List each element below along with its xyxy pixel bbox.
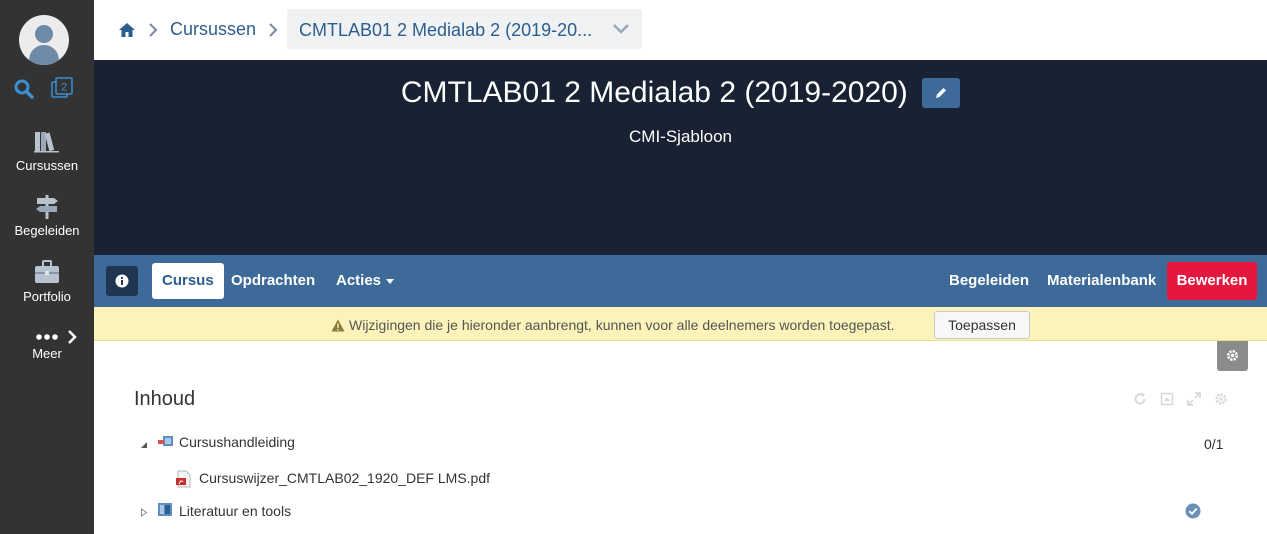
briefcase-icon (35, 260, 59, 283)
tab-acties-label: Acties (336, 272, 382, 289)
chevron-right-icon (68, 330, 77, 344)
sidebar-item-label: Begeleiden (14, 223, 80, 238)
content-title: Inhoud (134, 388, 196, 410)
tree-item-label: Cursushandleiding (179, 434, 295, 450)
more-dots-icon (36, 334, 58, 340)
breadcrumb-current-course-dropdown[interactable]: CMTLAB01 2 Medialab 2 (2019-20... (287, 9, 642, 49)
warning-message: Wijzigingen die je hieronder aanbrengt, … (331, 317, 895, 333)
tree-item-cursushandleiding[interactable]: Cursushandleiding 0/1 (140, 434, 1240, 454)
sidebar-item-label: Meer (32, 346, 62, 361)
notifications-icon[interactable]: 2 (51, 77, 73, 99)
panel-toolbar (1133, 392, 1233, 408)
info-icon (115, 274, 129, 288)
link-begeleiden[interactable]: Begeleiden (939, 263, 1039, 299)
gear-icon[interactable] (1214, 392, 1228, 406)
warning-text: Wijzigingen die je hieronder aanbrengt, … (349, 317, 895, 333)
expand-icon[interactable] (1187, 392, 1201, 406)
breadcrumb: Cursussen CMTLAB01 2 Medialab 2 (2019-20… (94, 0, 1267, 60)
link-materialenbank[interactable]: Materialenbank (1037, 263, 1166, 299)
warning-icon (331, 319, 345, 332)
sidebar-item-label: Portfolio (23, 289, 71, 304)
chevron-right-icon (149, 23, 158, 37)
tab-opdrachten[interactable]: Opdrachten (221, 263, 325, 299)
check-circle-icon (1185, 503, 1201, 519)
progress-count: 0/1 (1204, 436, 1224, 452)
avatar-shoulders (29, 45, 59, 65)
gear-icon (1227, 350, 1238, 361)
collapse-icon[interactable] (1160, 392, 1174, 406)
tab-cursus[interactable]: Cursus (152, 263, 224, 299)
sidebar-item-cursussen[interactable]: Cursussen (0, 128, 94, 173)
tree-item-label: Literatuur en tools (179, 503, 292, 519)
info-button[interactable] (106, 266, 138, 296)
tree-item-pdf[interactable]: Cursuswijzer_CMTLAB02_1920_DEF LMS.pdf (176, 469, 576, 489)
edit-title-button[interactable] (922, 78, 961, 109)
books-icon (34, 132, 59, 153)
warning-bar: Wijzigingen die je hieronder aanbrengt, … (94, 307, 1267, 341)
folder-module-icon (158, 503, 172, 516)
tree-item-literatuur[interactable]: Literatuur en tools (140, 502, 1240, 522)
sidebar-item-portfolio[interactable]: Portfolio (0, 259, 94, 304)
breadcrumb-link-cursussen[interactable]: Cursussen (170, 19, 256, 40)
page-subtitle: CMI-Sjabloon (629, 127, 732, 146)
caret-down-icon (386, 278, 395, 284)
course-header: CMTLAB01 2 Medialab 2 (2019-2020) CMI-Sj… (94, 60, 1267, 255)
sidebar: 2 Cursussen Begeleiden Portfolio Meer (0, 0, 94, 534)
tab-acties[interactable]: Acties (326, 263, 404, 299)
breadcrumb-current-label: CMTLAB01 2 Medialab 2 (2019-20... (299, 20, 593, 40)
sidebar-quick-icons: 2 (0, 76, 94, 102)
pdf-file-icon (176, 470, 191, 488)
tree-item-label: Cursuswijzer_CMTLAB02_1920_DEF LMS.pdf (199, 470, 491, 486)
avatar[interactable] (19, 15, 69, 65)
avatar-head (35, 25, 53, 43)
home-icon[interactable] (118, 21, 136, 39)
search-icon[interactable] (13, 78, 35, 100)
pencil-icon (936, 88, 947, 99)
tree-expanded-icon[interactable] (140, 441, 148, 449)
edit-button[interactable]: Bewerken (1167, 262, 1257, 300)
page-settings-button[interactable] (1217, 341, 1248, 371)
notifications-count: 2 (61, 82, 67, 94)
sidebar-item-meer[interactable]: Meer (0, 330, 94, 361)
chevron-down-icon (613, 24, 629, 34)
page-title-row: CMTLAB01 2 Medialab 2 (2019-2020) (94, 74, 1267, 111)
course-nav: Cursus Opdrachten Acties Begeleiden Mate… (94, 255, 1267, 307)
sidebar-item-begeleiden[interactable]: Begeleiden (0, 193, 94, 238)
page-title: CMTLAB01 2 Medialab 2 (2019-2020) (400, 76, 908, 110)
chevron-right-icon (269, 23, 278, 37)
refresh-icon[interactable] (1133, 392, 1147, 406)
apply-button[interactable]: Toepassen (934, 311, 1030, 339)
folder-module-icon (158, 436, 173, 446)
sidebar-item-label: Cursussen (15, 158, 79, 173)
signpost-icon (36, 195, 58, 219)
tree-collapsed-icon[interactable] (140, 508, 148, 517)
